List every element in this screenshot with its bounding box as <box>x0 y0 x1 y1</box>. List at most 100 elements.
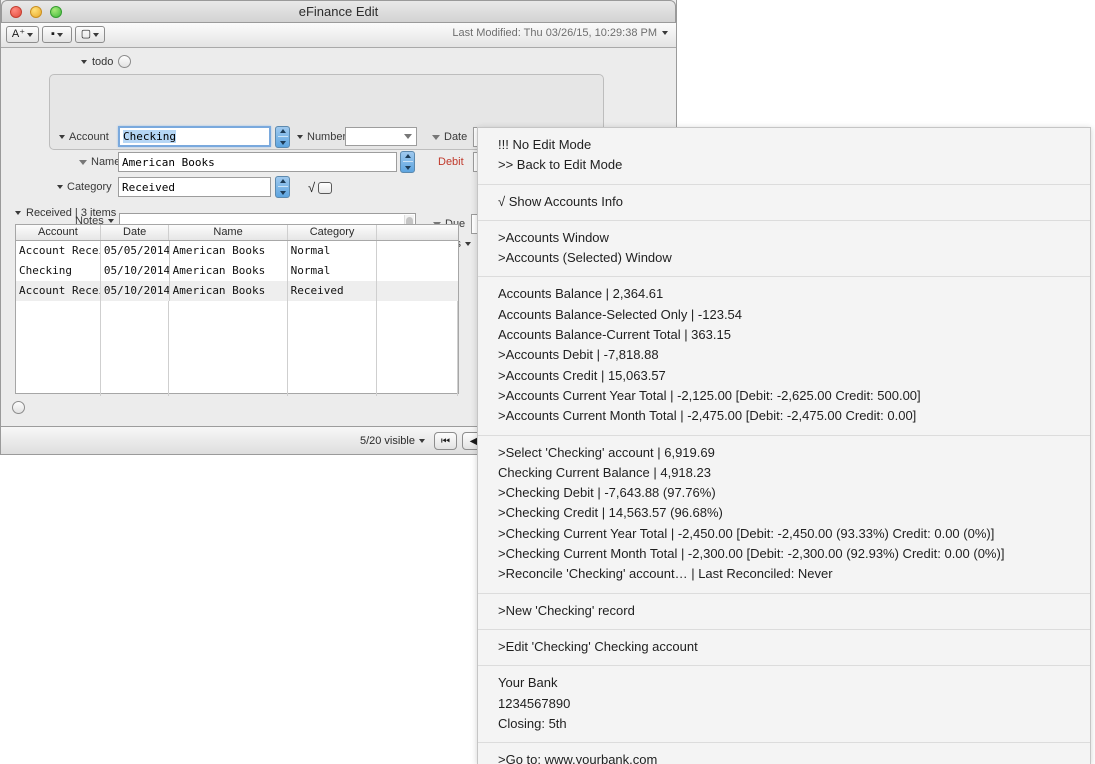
first-page-button[interactable]: ⏮ <box>434 432 457 450</box>
chevron-down-icon[interactable] <box>464 242 471 246</box>
chevron-down-icon <box>27 32 34 37</box>
cell-date: 05/10/2014 <box>101 281 170 301</box>
account-input[interactable]: Checking <box>118 126 271 147</box>
records-table[interactable]: Account Date Name Category Account Recei… <box>15 224 459 396</box>
cell-extra <box>377 261 458 281</box>
cell-category: Normal <box>288 241 378 261</box>
account-stepper[interactable] <box>275 126 290 148</box>
popup-group-show-accounts: √ Show Accounts Info <box>478 185 1090 221</box>
last-modified[interactable]: Last Modified: Thu 03/26/15, 10:29:38 PM <box>452 27 668 39</box>
name-label-group[interactable]: Name <box>79 156 120 168</box>
chevron-down-icon[interactable] <box>15 211 21 215</box>
popup-group-checking-totals: >Select 'Checking' account | 6,919.69 Ch… <box>478 436 1090 594</box>
chevron-down-icon[interactable] <box>432 134 440 140</box>
column-header-extra[interactable] <box>377 225 458 240</box>
window-title: eFinance Edit <box>298 4 379 19</box>
popup-item-checking-current-year-total[interactable]: >Checking Current Year Total | -2,450.00… <box>498 524 1090 544</box>
chevron-down-icon <box>56 32 63 37</box>
account-label-group[interactable]: Account <box>59 131 109 143</box>
font-size-button[interactable]: A⁺ <box>6 26 39 43</box>
chevron-down-icon[interactable] <box>107 219 114 223</box>
stepper-down-icon[interactable] <box>279 141 286 146</box>
popup-item-accounts-balance-selected[interactable]: Accounts Balance-Selected Only | -123.54 <box>498 305 1090 325</box>
chevron-down-icon[interactable] <box>57 185 63 189</box>
popup-item-no-edit-mode[interactable]: !!! No Edit Mode <box>498 135 1090 155</box>
popup-item-accounts-window[interactable]: >Accounts Window <box>498 228 1090 248</box>
table-row[interactable]: Checking 05/10/2014 American Books Norma… <box>16 261 458 281</box>
cell-extra <box>377 281 458 301</box>
stepper-down-icon[interactable] <box>404 166 411 171</box>
popup-item-accounts-balance[interactable]: Accounts Balance | 2,364.61 <box>498 284 1090 304</box>
visible-count[interactable]: 5/20 visible <box>360 435 425 447</box>
list-header[interactable]: Received | 3 items <box>15 207 116 219</box>
todo-indicator[interactable] <box>118 55 132 68</box>
debit-label-group: Debit <box>438 156 464 168</box>
page-list-button[interactable]: ▢ <box>75 26 105 43</box>
chevron-down-icon <box>662 31 668 35</box>
empty-col <box>16 301 101 396</box>
date-label: Date <box>444 131 468 143</box>
category-stepper[interactable] <box>275 176 290 198</box>
cleared-checkbox-group[interactable]: √ <box>308 180 333 195</box>
chevron-down-icon[interactable] <box>79 159 87 165</box>
category-label-group[interactable]: Category <box>57 181 112 193</box>
popup-item-new-checking-record[interactable]: >New 'Checking' record <box>498 601 1090 621</box>
popup-item-checking-current-month-total[interactable]: >Checking Current Month Total | -2,300.0… <box>498 544 1090 564</box>
popup-item-checking-current-balance[interactable]: Checking Current Balance | 4,918.23 <box>498 463 1090 483</box>
stepper-up-icon[interactable] <box>279 128 286 133</box>
date-label-group[interactable]: Date <box>432 131 467 143</box>
column-header-date[interactable]: Date <box>101 225 170 240</box>
chevron-down-icon[interactable] <box>81 59 87 64</box>
stepper-up-icon[interactable] <box>279 178 286 183</box>
chevron-down-icon[interactable] <box>297 135 303 139</box>
popup-item-checking-credit[interactable]: >Checking Credit | 14,563.57 (96.68%) <box>498 503 1090 523</box>
popup-item-reconcile-checking-account[interactable]: >Reconcile 'Checking' account… | Last Re… <box>498 564 1090 584</box>
cell-account: Account Receivable <box>16 241 101 261</box>
table-row[interactable]: Account Receivable 05/10/2014 American B… <box>16 281 458 301</box>
todo-row[interactable]: todo <box>81 55 132 68</box>
popup-item-edit-checking-account[interactable]: >Edit 'Checking' Checking account <box>498 637 1090 657</box>
record-status-indicator[interactable] <box>12 401 25 414</box>
number-label-group[interactable]: Number <box>297 131 346 143</box>
category-input[interactable]: Received <box>118 177 271 197</box>
window-list-button[interactable]: ▪ <box>42 26 72 43</box>
chevron-down-icon[interactable] <box>419 439 425 443</box>
screen: eFinance Edit A⁺ ▪ ▢ Last Modified: Thu … <box>0 0 1095 764</box>
popup-item-accounts-selected-window[interactable]: >Accounts (Selected) Window <box>498 248 1090 268</box>
name-value: American Books <box>122 155 215 169</box>
cleared-checkbox[interactable] <box>318 181 333 194</box>
popup-item-bank-account-number: 1234567890 <box>498 695 571 711</box>
name-stepper[interactable] <box>400 151 415 173</box>
column-header-name[interactable]: Name <box>169 225 288 240</box>
stepper-down-icon[interactable] <box>279 191 286 196</box>
name-input[interactable]: American Books <box>118 152 397 172</box>
table-row[interactable]: Account Receivable 05/05/2014 American B… <box>16 241 458 261</box>
popup-item-back-edit-mode[interactable]: >> Back to Edit Mode <box>498 155 1090 175</box>
popup-item-bank-name: Your Bank <box>498 675 558 691</box>
number-select[interactable] <box>345 127 417 146</box>
chevron-down-icon[interactable] <box>59 135 65 139</box>
chevron-down-icon <box>404 134 412 139</box>
accounts-info-popup[interactable]: !!! No Edit Mode >> Back to Edit Mode √ … <box>477 127 1091 764</box>
popup-group-edit-account: >Edit 'Checking' Checking account <box>478 630 1090 667</box>
debit-label: Debit <box>438 156 464 168</box>
popup-item-accounts-current-year-total[interactable]: >Accounts Current Year Total | -2,125.00… <box>498 386 1090 406</box>
popup-item-bank-closing: Closing: 5th <box>498 715 567 731</box>
column-header-category[interactable]: Category <box>288 225 378 240</box>
popup-item-accounts-debit[interactable]: >Accounts Debit | -7,818.88 <box>498 345 1090 365</box>
popup-item-checking-debit[interactable]: >Checking Debit | -7,643.88 (97.76%) <box>498 483 1090 503</box>
window-titlebar[interactable]: eFinance Edit <box>1 0 676 23</box>
popup-item-accounts-balance-current[interactable]: Accounts Balance-Current Total | 363.15 <box>498 325 1090 345</box>
popup-item-goto-bank-website[interactable]: >Go to: www.yourbank.com <box>498 750 1090 764</box>
popup-item-show-accounts-info[interactable]: √ Show Accounts Info <box>498 192 1090 212</box>
popup-group-mode: !!! No Edit Mode >> Back to Edit Mode <box>478 128 1090 185</box>
window-icon: ▪ <box>51 28 55 40</box>
popup-group-accounts-totals: Accounts Balance | 2,364.61 Accounts Bal… <box>478 277 1090 436</box>
stepper-up-icon[interactable] <box>404 153 411 158</box>
popup-item-accounts-credit[interactable]: >Accounts Credit | 15,063.57 <box>498 366 1090 386</box>
cell-name: American Books <box>170 261 288 281</box>
category-value: Received <box>122 180 175 194</box>
column-header-account[interactable]: Account <box>16 225 101 240</box>
popup-item-select-checking-account[interactable]: >Select 'Checking' account | 6,919.69 <box>498 443 1090 463</box>
popup-item-accounts-current-month-total[interactable]: >Accounts Current Month Total | -2,475.0… <box>498 406 1090 426</box>
